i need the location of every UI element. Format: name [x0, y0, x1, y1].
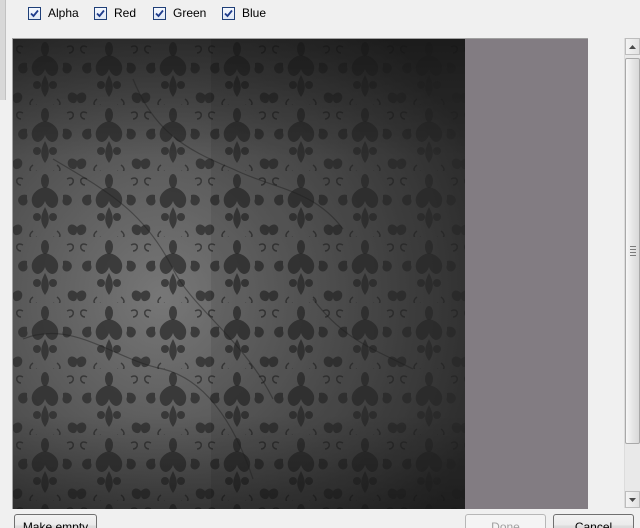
- red-channel-checkbox[interactable]: Red: [94, 5, 136, 21]
- texture-editor-window: Alpha Red Green Blue Make empty Done Can…: [0, 0, 640, 528]
- checkbox-checked-icon: [94, 6, 107, 20]
- texture-image: [13, 39, 465, 509]
- blue-channel-checkbox[interactable]: Blue: [222, 5, 266, 21]
- alpha-channel-checkbox[interactable]: Alpha: [28, 5, 79, 21]
- checkbox-checked-icon: [153, 6, 166, 20]
- scroll-down-arrow-icon[interactable]: [625, 491, 640, 508]
- checkbox-checked-icon: [28, 6, 41, 20]
- damask-pattern-graphic: [13, 39, 465, 509]
- green-channel-label: Green: [173, 6, 207, 20]
- grip-icon: [629, 244, 636, 258]
- alpha-channel-label: Alpha: [48, 6, 79, 20]
- scroll-up-arrow-icon[interactable]: [625, 38, 640, 55]
- texture-preview-panel[interactable]: [12, 38, 588, 509]
- cancel-button[interactable]: Cancel: [553, 514, 634, 528]
- done-button[interactable]: Done: [465, 514, 546, 528]
- red-channel-label: Red: [114, 6, 137, 20]
- empty-canvas-area: [465, 39, 588, 509]
- scrollbar-thumb[interactable]: [625, 58, 640, 444]
- green-channel-checkbox[interactable]: Green: [153, 5, 206, 21]
- vertical-scrollbar[interactable]: [624, 38, 640, 508]
- make-empty-button[interactable]: Make empty: [14, 514, 97, 528]
- checkbox-checked-icon: [222, 6, 235, 20]
- channel-toggle-row: Alpha Red Green Blue: [0, 0, 640, 30]
- blue-channel-label: Blue: [242, 6, 267, 20]
